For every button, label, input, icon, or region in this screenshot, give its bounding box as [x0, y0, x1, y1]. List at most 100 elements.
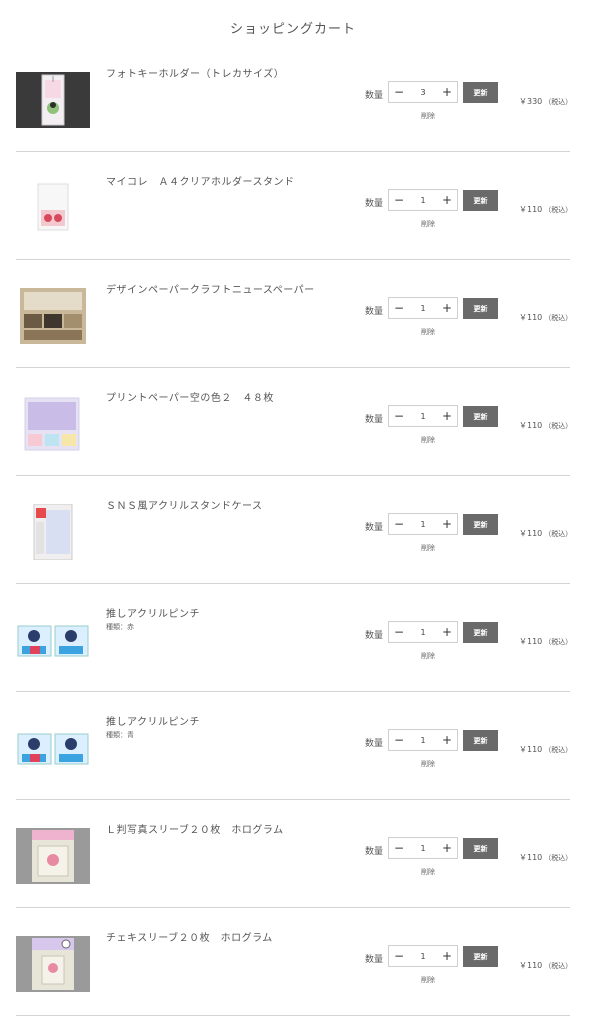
increase-quantity-button[interactable]: +: [437, 298, 457, 318]
quantity-stepper: − 1 +: [388, 189, 458, 211]
price-value: ￥110: [519, 853, 543, 862]
quantity-input[interactable]: 3: [410, 88, 436, 97]
update-button[interactable]: 更新: [463, 82, 498, 103]
product-thumbnail[interactable]: [16, 828, 90, 884]
delete-link[interactable]: 削除: [410, 435, 446, 445]
delete-link[interactable]: 削除: [410, 867, 446, 877]
update-button[interactable]: 更新: [463, 298, 498, 319]
product-thumbnail[interactable]: [16, 288, 90, 344]
increase-quantity-button[interactable]: +: [437, 82, 457, 102]
product-thumbnail[interactable]: [16, 72, 90, 128]
price-value: ￥110: [519, 313, 543, 322]
cheki-sleeve-icon: [16, 936, 90, 992]
acrylic-pinch-icon: [16, 612, 90, 668]
update-button[interactable]: 更新: [463, 622, 498, 643]
price-value: ￥110: [519, 529, 543, 538]
decrease-quantity-button[interactable]: −: [389, 514, 409, 534]
photo-keyholder-icon: [16, 72, 90, 128]
quantity-label: 数量: [365, 307, 384, 317]
update-button[interactable]: 更新: [463, 730, 498, 751]
product-name[interactable]: フォトキーホルダー（トレカサイズ）: [106, 65, 284, 80]
product-name[interactable]: プリントペーパー空の色２ ４８枚: [106, 389, 274, 404]
decrease-quantity-button[interactable]: −: [389, 298, 409, 318]
increase-quantity-button[interactable]: +: [437, 406, 457, 426]
decrease-quantity-button[interactable]: −: [389, 622, 409, 642]
product-thumbnail[interactable]: [16, 396, 90, 452]
decrease-quantity-button[interactable]: −: [389, 946, 409, 966]
delete-link[interactable]: 削除: [410, 219, 446, 229]
price: ￥110 （税込）: [519, 528, 572, 539]
product-name[interactable]: チェキスリーブ２０枚 ホログラム: [106, 929, 273, 944]
update-button[interactable]: 更新: [463, 514, 498, 535]
price: ￥110 （税込）: [519, 636, 572, 647]
quantity-input[interactable]: 1: [410, 628, 436, 637]
clear-holder-stand-icon: [16, 180, 90, 236]
product-name[interactable]: デザインペーパークラフトニュースペーパー: [106, 281, 315, 296]
increase-quantity-button[interactable]: +: [437, 946, 457, 966]
product-thumbnail[interactable]: [16, 720, 90, 776]
update-button[interactable]: 更新: [463, 946, 498, 967]
tax-note: （税込）: [544, 638, 573, 646]
price: ￥110 （税込）: [519, 420, 572, 431]
product-name[interactable]: ＳＮＳ風アクリルスタンドケース: [106, 497, 263, 512]
cart-item-row: チェキスリーブ２０枚 ホログラム 数量 − 1 + 更新 削除 ￥110 （税込）: [16, 908, 573, 1016]
price: ￥110 （税込）: [519, 852, 572, 863]
increase-quantity-button[interactable]: +: [437, 190, 457, 210]
print-paper-icon: [16, 396, 90, 452]
delete-link[interactable]: 削除: [410, 651, 446, 661]
quantity-stepper: − 1 +: [388, 405, 458, 427]
product-name[interactable]: Ｌ判写真スリーブ２０枚 ホログラム: [106, 821, 284, 836]
delete-link[interactable]: 削除: [410, 975, 446, 985]
quantity-stepper: − 3 +: [388, 81, 458, 103]
quantity-label: 数量: [365, 91, 384, 101]
product-thumbnail[interactable]: [16, 180, 90, 236]
product-variant: 種類：青: [106, 731, 134, 739]
price-value: ￥110: [519, 205, 543, 214]
quantity-input[interactable]: 1: [410, 304, 436, 313]
cart-item-row: フォトキーホルダー（トレカサイズ） 数量 − 3 + 更新 削除 ￥330 （税込…: [16, 44, 573, 152]
product-name[interactable]: マイコレ Ａ４クリアホルダースタンド: [106, 173, 295, 188]
quantity-stepper: − 1 +: [388, 837, 458, 859]
increase-quantity-button[interactable]: +: [437, 514, 457, 534]
quantity-label: 数量: [365, 739, 384, 749]
increase-quantity-button[interactable]: +: [437, 838, 457, 858]
update-button[interactable]: 更新: [463, 838, 498, 859]
price: ￥110 （税込）: [519, 312, 572, 323]
tax-note: （税込）: [544, 962, 573, 970]
quantity-input[interactable]: 1: [410, 952, 436, 961]
quantity-label: 数量: [365, 523, 384, 533]
quantity-label: 数量: [365, 955, 384, 965]
acrylic-pinch-icon: [16, 720, 90, 776]
quantity-input[interactable]: 1: [410, 412, 436, 421]
update-button[interactable]: 更新: [463, 190, 498, 211]
decrease-quantity-button[interactable]: −: [389, 82, 409, 102]
product-thumbnail[interactable]: [16, 504, 90, 560]
decrease-quantity-button[interactable]: −: [389, 190, 409, 210]
quantity-input[interactable]: 1: [410, 520, 436, 529]
quantity-input[interactable]: 1: [410, 844, 436, 853]
decrease-quantity-button[interactable]: −: [389, 838, 409, 858]
delete-link[interactable]: 削除: [410, 111, 446, 121]
decrease-quantity-button[interactable]: −: [389, 406, 409, 426]
increase-quantity-button[interactable]: +: [437, 622, 457, 642]
delete-link[interactable]: 削除: [410, 759, 446, 769]
delete-link[interactable]: 削除: [410, 327, 446, 337]
delete-link[interactable]: 削除: [410, 543, 446, 553]
product-name[interactable]: 推しアクリルピンチ: [106, 713, 200, 728]
cart-item-row: マイコレ Ａ４クリアホルダースタンド 数量 − 1 + 更新 削除 ￥110 （税…: [16, 152, 572, 260]
quantity-input[interactable]: 1: [410, 196, 436, 205]
price: ￥110 （税込）: [519, 744, 572, 755]
cart-list: フォトキーホルダー（トレカサイズ） 数量 − 3 + 更新 削除 ￥330 （税込…: [16, 44, 573, 1016]
product-thumbnail[interactable]: [16, 936, 90, 992]
tax-note: （税込）: [544, 854, 573, 862]
product-thumbnail[interactable]: [16, 612, 90, 668]
quantity-label: 数量: [365, 415, 384, 425]
tax-note: （税込）: [544, 422, 573, 430]
decrease-quantity-button[interactable]: −: [389, 730, 409, 750]
quantity-input[interactable]: 1: [410, 736, 436, 745]
update-button[interactable]: 更新: [463, 406, 498, 427]
tax-note: （税込）: [544, 98, 573, 106]
product-name[interactable]: 推しアクリルピンチ: [106, 605, 200, 620]
quantity-stepper: − 1 +: [388, 729, 458, 751]
increase-quantity-button[interactable]: +: [437, 730, 457, 750]
